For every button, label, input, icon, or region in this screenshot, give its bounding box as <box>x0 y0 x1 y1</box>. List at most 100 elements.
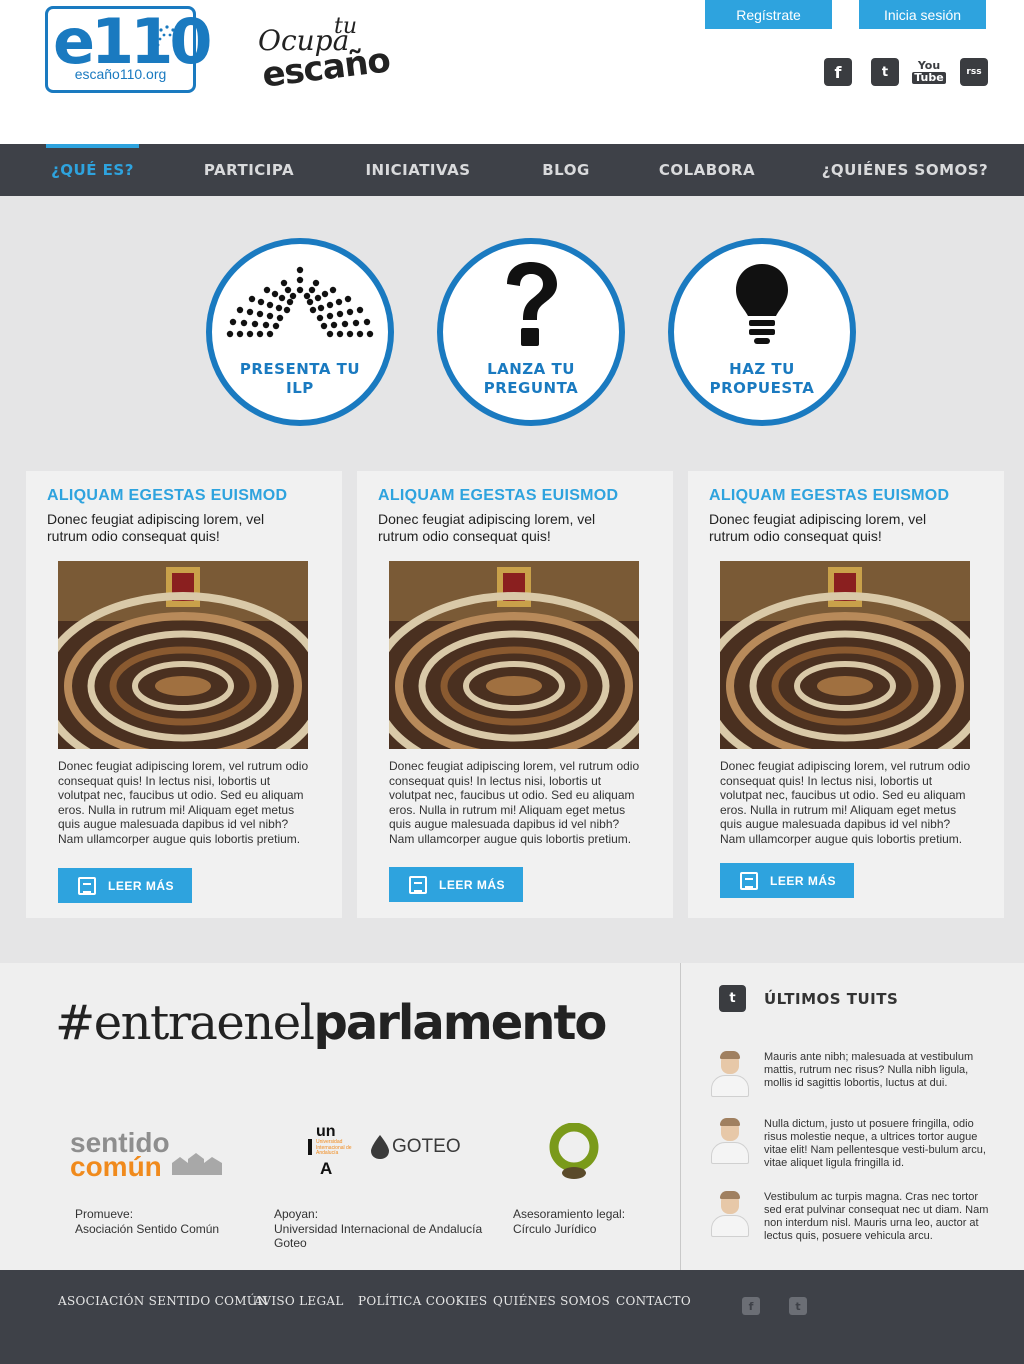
tweet-item[interactable]: Mauris ante nibh; malesuada at vestibulu… <box>707 1051 997 1097</box>
e110-logo[interactable]: e110 escaño110.org <box>45 5 212 93</box>
newspaper-icon <box>740 871 758 890</box>
hemicycle-logo-icon <box>151 25 183 47</box>
tweet-item[interactable]: Nulla dictum, justo ut posuere fringilla… <box>707 1118 997 1170</box>
tweets-header: t ÚLTIMOS TUITS <box>719 985 898 1012</box>
feature-label-line-1: HAZ TU <box>729 360 795 378</box>
hashtag-light: #entraenel <box>55 995 315 1051</box>
rss-icon[interactable]: rss <box>960 58 988 86</box>
card-title[interactable]: ALIQUAM EGESTAS EUISMOD <box>709 487 949 505</box>
nav-item-colabora[interactable]: COLABORA <box>652 144 762 196</box>
credit-value: Goteo <box>274 1236 307 1250</box>
card-lead: Donec feugiat adipiscing lorem, vel rutr… <box>378 511 596 544</box>
avatar <box>707 1051 753 1097</box>
campaign-section: #entraenelparlamento sentido común un Un… <box>0 963 1024 1270</box>
question-mark-icon <box>507 262 557 346</box>
youtube-tube-text: Tube <box>912 71 946 84</box>
youtube-icon[interactable]: You Tube <box>912 58 946 86</box>
hashtag-bold: parlamento <box>313 995 607 1051</box>
goteo-logo[interactable]: GOTEO <box>371 1135 461 1159</box>
tu-text: tu <box>334 14 358 39</box>
card-title[interactable]: ALIQUAM EGESTAS EUISMOD <box>378 487 618 505</box>
avatar <box>707 1118 753 1164</box>
main-content: PRESENTA TU ILP LANZA TU PREGUNTA HAZ TU… <box>0 196 1024 963</box>
feature-label: LANZA TU PREGUNTA <box>443 360 619 398</box>
feature-label: HAZ TU PROPUESTA <box>674 360 850 398</box>
footer-link-contacto[interactable]: CONTACTO <box>616 1294 691 1308</box>
unia-bar <box>308 1139 312 1155</box>
footer-link-aviso-legal[interactable]: AVISO LEGAL <box>254 1294 344 1308</box>
feature-label-line-1: LANZA TU <box>487 360 575 378</box>
newspaper-icon <box>409 875 427 894</box>
parliament-photo <box>58 561 308 749</box>
main-nav: ¿QUÉ ES? PARTICIPA INICIATIVAS BLOG COLA… <box>0 144 1024 196</box>
footer-link-cookies[interactable]: POLÍTICA COOKIES <box>358 1294 487 1308</box>
card-lead: Donec feugiat adipiscing lorem, vel rutr… <box>47 511 265 544</box>
nav-item-blog[interactable]: BLOG <box>532 144 600 196</box>
circle-logo-icon <box>549 1122 599 1179</box>
read-more-label: LEER MÁS <box>108 878 175 893</box>
parliament-icon <box>226 266 374 338</box>
feature-label-line-1: PRESENTA TU <box>239 360 361 378</box>
comun-text: común <box>70 1151 162 1182</box>
credit-label: Apoyan: <box>274 1207 319 1221</box>
credit-value: Círculo Jurídico <box>513 1221 597 1236</box>
ocupa-tu-escano-logo: Ocupa tu escaño <box>256 14 392 96</box>
card-lead: Donec feugiat adipiscing lorem, vel rutr… <box>709 511 927 544</box>
read-more-label: LEER MÁS <box>770 873 837 888</box>
houses-icon <box>172 1153 222 1175</box>
avatar <box>707 1191 753 1237</box>
login-button[interactable]: Inicia sesión <box>859 0 986 29</box>
parliament-photo <box>389 561 639 749</box>
read-more-button[interactable]: LEER MÁS <box>389 867 523 902</box>
read-more-button[interactable]: LEER MÁS <box>58 868 192 903</box>
article-card: ALIQUAM EGESTAS EUISMOD Donec feugiat ad… <box>26 471 342 918</box>
twitter-icon[interactable]: t <box>871 58 899 86</box>
unia-small-text: Universidad Internacional de Andalucía <box>316 1139 352 1156</box>
tweet-item[interactable]: Vestibulum ac turpis magna. Cras nec tor… <box>707 1191 997 1243</box>
credit-value: Universidad Internacional de Andalucía <box>274 1221 483 1236</box>
nav-item-quienes-somos[interactable]: ¿QUIÉNES SOMOS? <box>818 144 992 196</box>
unia-a-text: A <box>320 1159 333 1178</box>
card-body: Donec feugiat adipiscing lorem, vel rutr… <box>720 759 971 846</box>
nav-item-participa[interactable]: PARTICIPA <box>196 144 302 196</box>
feature-lanza-pregunta[interactable]: LANZA TU PREGUNTA <box>437 238 625 426</box>
feature-haz-propuesta[interactable]: HAZ TU PROPUESTA <box>668 238 856 426</box>
nav-item-iniciativas[interactable]: INICIATIVAS <box>358 144 478 196</box>
lightbulb-icon <box>736 264 788 344</box>
card-title[interactable]: ALIQUAM EGESTAS EUISMOD <box>47 487 287 505</box>
facebook-icon[interactable]: f <box>742 1297 760 1315</box>
feature-label-line-2: PREGUNTA <box>483 379 579 397</box>
footer-link-asociacion[interactable]: ASOCIACIÓN SENTIDO COMÚN <box>58 1294 268 1308</box>
credit-label: Asesoramiento legal: <box>513 1207 626 1221</box>
drop-icon <box>371 1135 389 1159</box>
card-body: Donec feugiat adipiscing lorem, vel rutr… <box>58 759 309 846</box>
tweet-text: Nulla dictum, justo ut posuere fringilla… <box>764 1118 986 1169</box>
circulo-juridico-logo[interactable] <box>548 1122 600 1187</box>
tweet-text: Vestibulum ac turpis magna. Cras nec tor… <box>764 1191 989 1242</box>
campaign-hashtag: #entraenelparlamento <box>55 995 607 1051</box>
feature-label-line-2: ILP <box>286 379 314 397</box>
site-header: e110 escaño110.org Ocupa tu escaño Regís… <box>0 0 1024 144</box>
read-more-label: LEER MÁS <box>439 877 506 892</box>
credit-legal: Asesoramiento legal: Círculo Jurídico <box>513 1207 625 1236</box>
twitter-icon[interactable]: t <box>719 985 746 1012</box>
register-button[interactable]: Regístrate <box>705 0 832 29</box>
feature-label-line-2: PROPUESTA <box>709 379 815 397</box>
footer-link-quienes-somos[interactable]: QUIÉNES SOMOS <box>493 1294 610 1308</box>
nav-item-que-es[interactable]: ¿QUÉ ES? <box>46 144 139 196</box>
unia-logo[interactable]: un Universidad Internacional de Andalucí… <box>308 1123 360 1179</box>
read-more-button[interactable]: LEER MÁS <box>720 863 854 898</box>
credit-value: Asociación Sentido Común <box>75 1221 220 1236</box>
article-card: ALIQUAM EGESTAS EUISMOD Donec feugiat ad… <box>357 471 673 918</box>
newspaper-icon <box>78 876 96 895</box>
tweets-title: ÚLTIMOS TUITS <box>764 989 899 1008</box>
twitter-icon[interactable]: t <box>789 1297 807 1315</box>
site-footer: ASOCIACIÓN SENTIDO COMÚN AVISO LEGAL POL… <box>0 1270 1024 1364</box>
facebook-icon[interactable]: f <box>824 58 852 86</box>
card-body: Donec feugiat adipiscing lorem, vel rutr… <box>389 759 640 846</box>
sentido-comun-logo[interactable]: sentido común <box>70 1129 222 1182</box>
feature-presenta-ilp[interactable]: PRESENTA TU ILP <box>206 238 394 426</box>
parliament-photo <box>720 561 970 749</box>
logo-url: escaño110.org <box>74 66 167 82</box>
credit-promueve: Promueve: Asociación Sentido Común <box>75 1207 219 1236</box>
